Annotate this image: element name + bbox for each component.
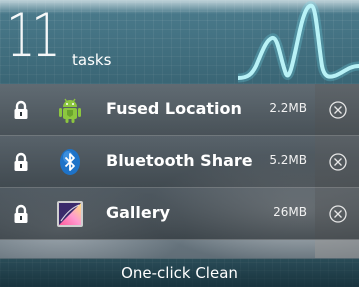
- task-list: Fused Location 2.2MB Bluetooth Share 5.2…: [0, 84, 359, 258]
- task-row[interactable]: Fused Location 2.2MB: [0, 84, 359, 136]
- close-icon[interactable]: [328, 204, 348, 224]
- one-click-clean-button[interactable]: One-click Clean: [0, 259, 359, 287]
- row-divider: [0, 239, 359, 240]
- task-count: 11: [6, 1, 61, 71]
- close-icon[interactable]: [328, 100, 348, 120]
- lock-icon[interactable]: [13, 100, 29, 120]
- task-row[interactable]: Bluetooth Share 5.2MB: [0, 136, 359, 188]
- task-header: 11 tasks: [0, 0, 359, 84]
- task-name: Fused Location: [106, 99, 242, 118]
- pulse-wave-icon: [238, 1, 359, 83]
- gallery-icon: [57, 201, 83, 227]
- task-count-label: tasks: [72, 51, 112, 69]
- task-row[interactable]: Gallery 26MB: [0, 188, 359, 240]
- task-name: Bluetooth Share: [106, 151, 253, 170]
- close-icon[interactable]: [328, 152, 348, 172]
- lock-icon[interactable]: [13, 204, 29, 224]
- task-name: Gallery: [106, 203, 171, 222]
- android-icon: [59, 98, 81, 123]
- footer-bar: One-click Clean: [0, 258, 359, 287]
- task-size: 2.2MB: [269, 101, 307, 115]
- task-size: 5.2MB: [269, 153, 307, 167]
- task-size: 26MB: [273, 205, 307, 219]
- bluetooth-icon: [60, 149, 80, 175]
- lock-icon[interactable]: [13, 152, 29, 172]
